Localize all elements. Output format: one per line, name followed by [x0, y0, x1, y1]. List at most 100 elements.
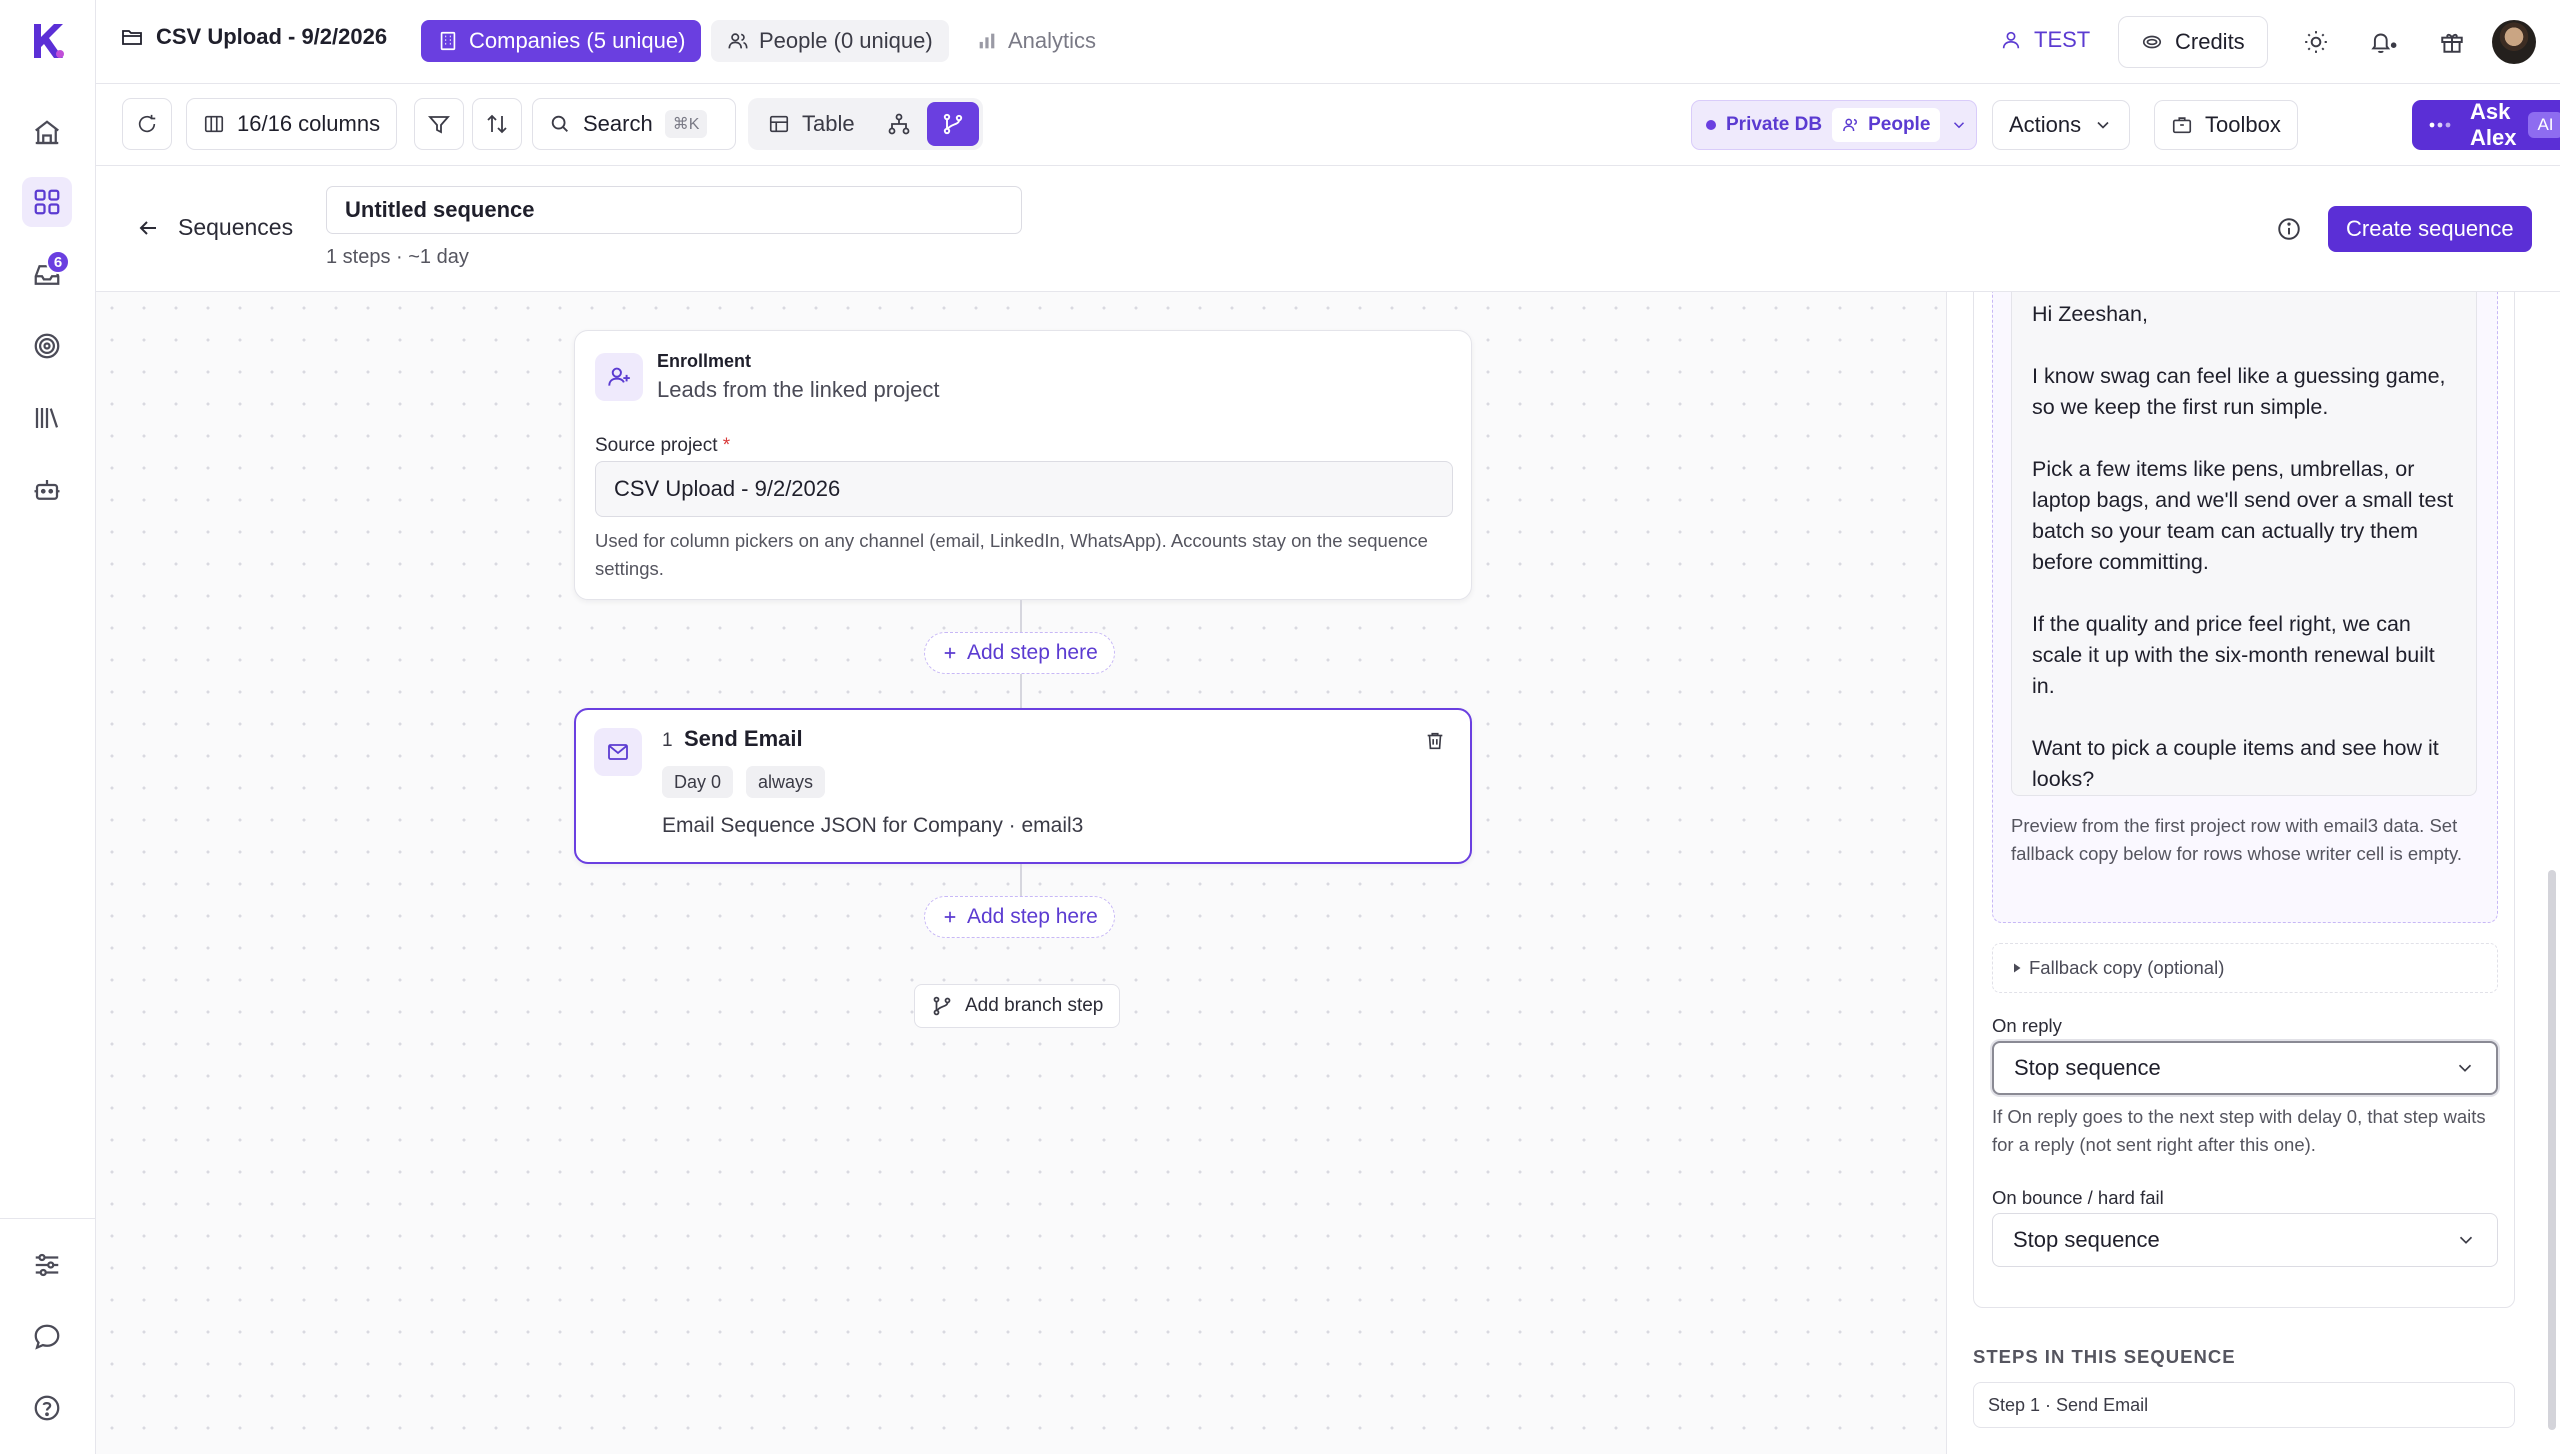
briefcase-icon	[2171, 114, 2193, 136]
toolbar: 16/16 columns Search ⌘K Table Private DB…	[96, 84, 2560, 166]
ai-badge: AI	[2528, 112, 2560, 138]
source-project-field[interactable]: CSV Upload - 9/2/2026	[595, 461, 1453, 517]
toolbox-label: Toolbox	[2205, 112, 2281, 137]
sliders-icon[interactable]	[22, 1240, 72, 1290]
library-icon[interactable]	[22, 393, 72, 443]
chevron-down-icon	[1950, 116, 1968, 134]
view-table-label: Table	[802, 111, 855, 136]
user-icon	[2000, 29, 2022, 51]
panel-scrollbar[interactable]	[2548, 870, 2556, 1430]
add-step-button[interactable]: Add step here	[924, 896, 1115, 938]
fallback-copy-toggle[interactable]: Fallback copy (optional)	[1992, 943, 2498, 993]
refresh-icon	[136, 113, 158, 135]
view-table-button[interactable]: Table	[752, 102, 871, 146]
preview-paragraph: If the quality and price feel right, we …	[2032, 612, 2435, 698]
table-icon	[768, 113, 790, 135]
rail-divider	[0, 1218, 96, 1219]
actions-dropdown[interactable]: Actions	[1992, 100, 2131, 150]
bar-chart-icon	[976, 30, 998, 52]
inbox-icon[interactable]: 6	[22, 250, 72, 300]
step-card-send-email[interactable]: 1 Send Email Day 0 always Email Sequence…	[574, 708, 1472, 864]
source-project-help: Used for column pickers on any channel (…	[595, 530, 1428, 579]
add-step-label: Add step here	[967, 641, 1098, 664]
on-reply-label: On reply	[1992, 1015, 2062, 1036]
columns-label: 16/16 columns	[237, 111, 381, 136]
enrollment-card[interactable]: Enrollment Leads from the linked project…	[574, 330, 1472, 600]
step-settings-card: Hi Zeeshan, I know swag can feel like a …	[1973, 292, 2515, 1308]
actions-label: Actions	[2009, 112, 2082, 137]
help-icon[interactable]	[22, 1383, 72, 1433]
tab-people[interactable]: People (0 unique)	[711, 20, 949, 62]
view-sequence-button[interactable]	[926, 102, 979, 146]
app-logo[interactable]	[30, 22, 66, 60]
tab-people-label: People (0 unique)	[759, 28, 933, 53]
preview-paragraph: Pick a few items like pens, umbrellas, o…	[2032, 457, 2454, 574]
chevron-down-icon	[2093, 115, 2113, 135]
tab-companies[interactable]: Companies (5 unique)	[421, 20, 702, 62]
email-preview: Hi Zeeshan, I know swag can feel like a …	[2011, 292, 2477, 796]
coin-icon	[2141, 31, 2163, 53]
steps-list-item[interactable]: Step 1 · Send Email	[1973, 1382, 2515, 1428]
search-label: Search	[583, 111, 653, 136]
db-label: Private DB	[1726, 114, 1823, 135]
ask-alex-button[interactable]: Ask Alex AI	[2412, 99, 2560, 150]
sequence-name-input[interactable]: Untitled sequence	[326, 186, 1022, 234]
user-avatar[interactable]	[2492, 20, 2536, 64]
source-project-label-text: Source project	[595, 435, 718, 456]
view-hierarchy-button[interactable]	[871, 102, 927, 146]
search-button[interactable]: Search ⌘K	[532, 98, 736, 150]
db-entity-label: People	[1868, 114, 1931, 135]
add-branch-label: Add branch step	[965, 995, 1104, 1016]
sort-button[interactable]	[472, 98, 522, 150]
chevron-down-icon	[2455, 1229, 2477, 1251]
filter-button[interactable]	[414, 98, 464, 150]
inbox-badge: 6	[46, 250, 70, 274]
create-sequence-button[interactable]: Create sequence	[2328, 206, 2532, 252]
info-icon[interactable]	[2276, 216, 2302, 242]
add-step-button[interactable]: Add step here	[924, 632, 1115, 674]
credits-label: Credits	[2175, 29, 2245, 54]
steps-heading: STEPS IN THIS SEQUENCE	[1973, 1346, 2236, 1367]
notifications-bell-icon[interactable]	[2364, 22, 2404, 62]
on-reply-select[interactable]: Stop sequence	[1992, 1041, 2498, 1095]
toolbox-button[interactable]: Toolbox	[2154, 100, 2298, 150]
top-bar: CSV Upload - 9/2/2026 Companies (5 uniqu…	[96, 0, 2560, 84]
home-icon[interactable]	[22, 108, 72, 158]
database-selector[interactable]: Private DB People	[1691, 100, 1978, 150]
plus-icon	[941, 908, 959, 926]
view-switcher: Table	[748, 98, 983, 150]
chat-icon[interactable]	[22, 1312, 72, 1362]
back-label: Sequences	[178, 214, 294, 240]
building-icon	[437, 30, 459, 52]
workspace-switcher[interactable]: TEST	[2000, 27, 2090, 53]
target-icon[interactable]	[22, 321, 72, 371]
search-icon	[549, 113, 571, 135]
caret-right-icon	[2011, 962, 2023, 974]
fallback-label: Fallback copy (optional)	[2029, 957, 2225, 978]
refresh-button[interactable]	[122, 98, 172, 150]
gift-icon[interactable]	[2432, 22, 2472, 62]
columns-button[interactable]: 16/16 columns	[186, 98, 398, 150]
sequence-header: Sequences Untitled sequence 1 steps · ~1…	[96, 166, 2560, 292]
sort-icon	[485, 112, 509, 136]
on-bounce-select[interactable]: Stop sequence	[1992, 1213, 2498, 1267]
tab-analytics[interactable]: Analytics	[976, 28, 1096, 54]
source-project-label: Source project *	[595, 435, 730, 457]
trash-icon[interactable]	[1424, 730, 1446, 752]
hierarchy-icon	[887, 112, 911, 136]
robot-icon[interactable]	[22, 465, 72, 515]
project-title[interactable]: CSV Upload - 9/2/2026	[120, 24, 387, 50]
users-small-icon	[1842, 116, 1860, 134]
sequence-canvas[interactable]: Enrollment Leads from the linked project…	[96, 292, 1946, 1454]
git-branch-icon	[931, 995, 953, 1017]
back-to-sequences-link[interactable]: Sequences	[136, 214, 293, 241]
chevron-down-icon	[2454, 1057, 2476, 1079]
add-branch-step-button[interactable]: Add branch step	[914, 984, 1121, 1028]
grid-icon[interactable]	[22, 177, 72, 227]
credits-button[interactable]: Credits	[2118, 16, 2268, 68]
filter-icon	[427, 112, 451, 136]
git-branch-icon	[941, 112, 965, 136]
preview-paragraph: I know swag can feel like a guessing gam…	[2032, 364, 2446, 419]
mail-icon	[594, 728, 642, 776]
theme-toggle-icon[interactable]	[2296, 22, 2336, 62]
